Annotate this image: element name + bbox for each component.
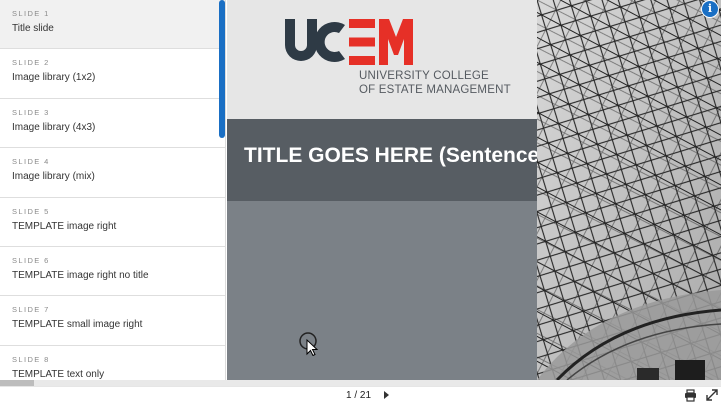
slide-number: SLIDE 3 (12, 107, 50, 117)
slide-viewport: UNIVERSITY COLLEGE OF ESTATE MANAGEMENT … (227, 0, 721, 380)
slide-number: SLIDE 2 (12, 58, 50, 68)
slide-list-item-5[interactable]: SLIDE 5 TEMPLATE image right (0, 198, 225, 247)
slide-number: SLIDE 4 (12, 157, 50, 167)
slide-list-sidebar: SLIDE 1 Title slide SLIDE 2 Image librar… (0, 0, 226, 380)
ucem-logo (285, 19, 413, 65)
sidebar-scrollbar-thumb[interactable] (219, 0, 225, 138)
logo-area: UNIVERSITY COLLEGE OF ESTATE MANAGEMENT (227, 0, 537, 119)
slide-number: SLIDE 7 (12, 305, 50, 315)
slide-number: SLIDE 6 (12, 255, 50, 265)
slide-title: Image library (4x3) (12, 121, 96, 133)
slide-list-item-2[interactable]: SLIDE 2 Image library (1x2) (0, 49, 225, 99)
print-icon[interactable] (684, 389, 697, 402)
slide-photo (537, 0, 721, 380)
logo-subtitle-line1: UNIVERSITY COLLEGE (359, 70, 489, 82)
slide-number: SLIDE 1 (12, 9, 50, 18)
next-arrow-icon[interactable] (384, 391, 389, 399)
slide-left-panel: UNIVERSITY COLLEGE OF ESTATE MANAGEMENT … (227, 0, 599, 380)
slide-number: SLIDE 5 (12, 206, 50, 216)
slide-title: Image library (1x2) (12, 72, 96, 84)
info-icon[interactable]: i (701, 0, 719, 18)
slide-title: Title slide (12, 23, 54, 34)
current-slide: UNIVERSITY COLLEGE OF ESTATE MANAGEMENT … (227, 0, 721, 380)
slide-list-item-8[interactable]: SLIDE 8 TEMPLATE text only (0, 346, 225, 380)
slide-body-area (227, 201, 537, 380)
slide-number: SLIDE 8 (12, 354, 50, 364)
expand-icon[interactable] (706, 389, 718, 401)
slide-title: Image library (mix) (12, 171, 95, 183)
navigation-bar: 1 / 21 (0, 386, 721, 404)
slide-list-item-3[interactable]: SLIDE 3 Image library (4x3) (0, 99, 225, 149)
slide-list-item-1[interactable]: SLIDE 1 Title slide (0, 0, 225, 50)
mouse-cursor-icon (299, 332, 319, 356)
slide-title: TEMPLATE text only (12, 368, 105, 380)
page-indicator: 1 / 21 (346, 390, 372, 401)
logo-subtitle-line2: OF ESTATE MANAGEMENT (359, 84, 511, 96)
glass-roof-photo (537, 0, 721, 380)
presentation-viewer: SLIDE 1 Title slide SLIDE 2 Image librar… (0, 0, 721, 404)
slide-title: TEMPLATE image right (12, 220, 117, 232)
slide-list-item-7[interactable]: SLIDE 7 TEMPLATE small image right (0, 296, 225, 346)
slide-list-item-4[interactable]: SLIDE 4 Image library (mix) (0, 148, 225, 198)
slide-list-item-6[interactable]: SLIDE 6 TEMPLATE image right no title (0, 247, 225, 297)
slide-title: TEMPLATE small image right (12, 319, 143, 331)
slide-title: TEMPLATE image right no title (12, 269, 149, 281)
